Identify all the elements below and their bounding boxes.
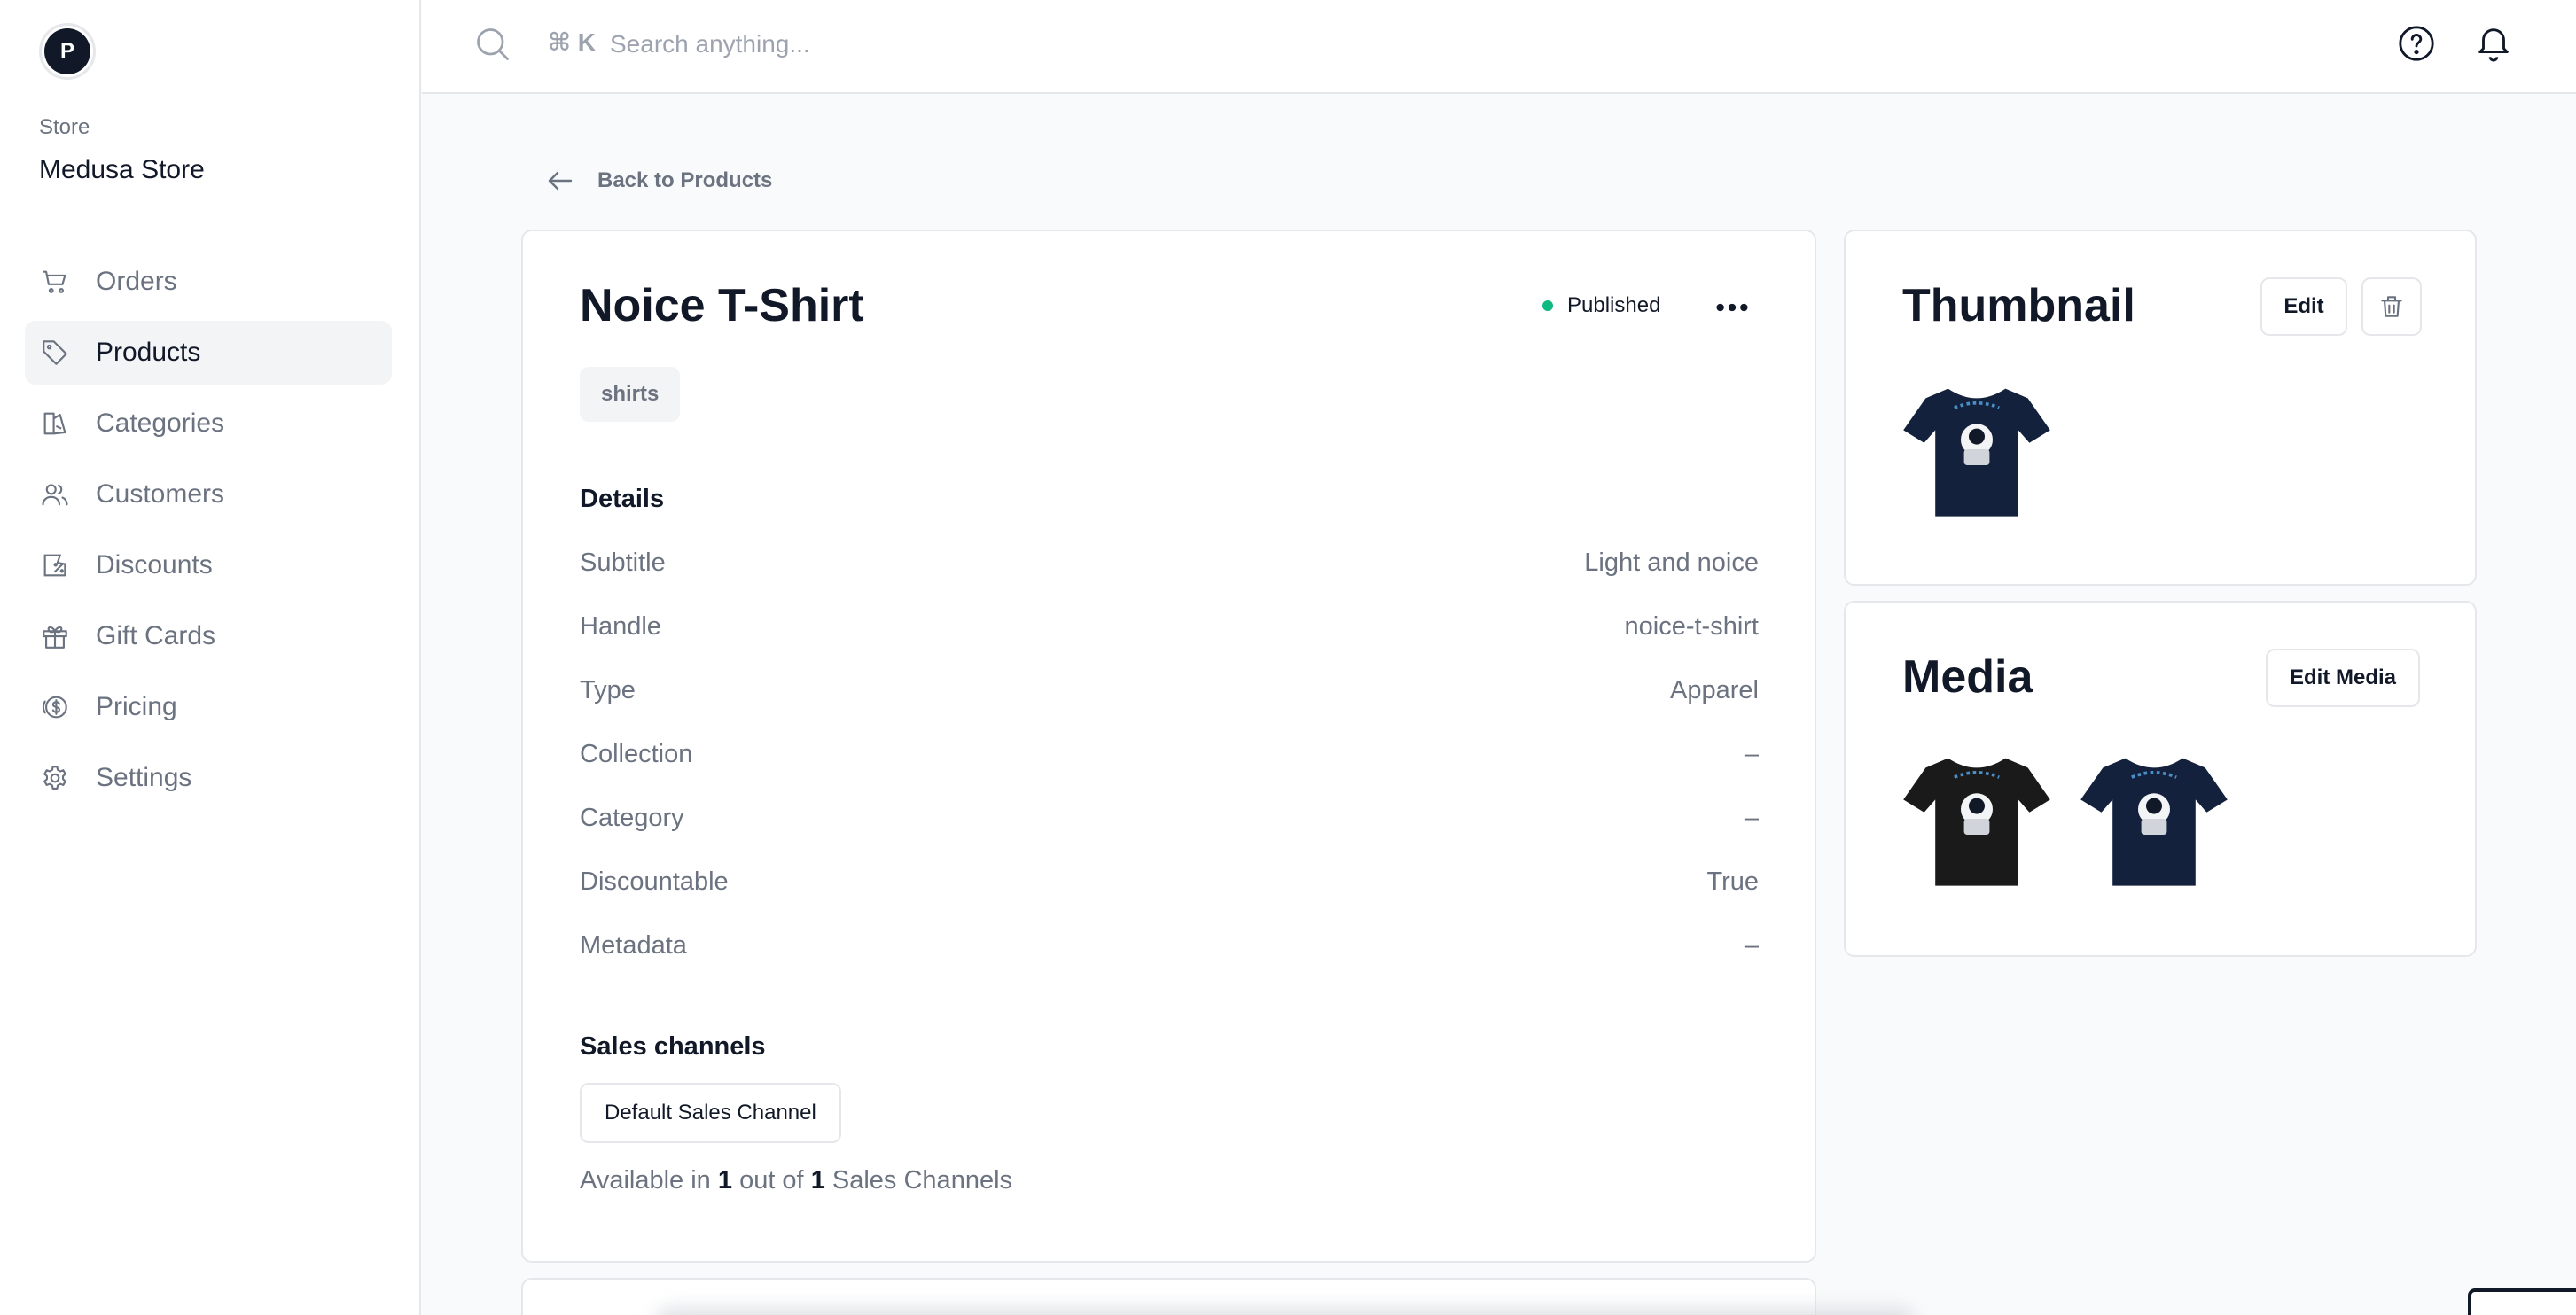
sidebar: P Store Medusa Store Orders Products Cat… [0, 0, 421, 1315]
more-options-button[interactable] [1711, 290, 1753, 325]
sidebar-item-label: Products [96, 338, 201, 367]
detail-label: Type [580, 675, 636, 704]
detail-value: Apparel [1670, 675, 1759, 704]
sidebar-nav: Orders Products Categories Customers Dis… [25, 250, 392, 817]
detail-value: Light and noice [1584, 548, 1759, 577]
tag-icon [39, 337, 71, 369]
product-title: Noice T-Shirt [580, 280, 864, 331]
sidebar-item-settings[interactable]: Settings [25, 746, 392, 810]
availability-total: 1 [810, 1166, 825, 1194]
details-list: Subtitle Light and noice Handle noice-t-… [580, 531, 1759, 977]
detail-value: True [1706, 867, 1759, 896]
media-heading: Media [1902, 651, 2033, 703]
gift-icon [39, 620, 71, 652]
help-icon[interactable] [2396, 23, 2437, 64]
edit-thumbnail-button[interactable]: Edit [2260, 277, 2347, 336]
sidebar-item-customers[interactable]: Customers [25, 463, 392, 526]
top-header: ⌘ K [422, 0, 2576, 94]
back-link-label: Back to Products [597, 168, 773, 192]
detail-label: Category [580, 803, 684, 832]
bottom-shadow [656, 1308, 1915, 1315]
product-general-card: Noice T-Shirt Published shirts Details S… [521, 230, 1816, 1263]
sidebar-item-products[interactable]: Products [25, 321, 392, 385]
bell-icon[interactable] [2473, 23, 2514, 64]
detail-label: Collection [580, 739, 693, 768]
sidebar-item-pricing[interactable]: Pricing [25, 675, 392, 739]
delete-thumbnail-button[interactable] [2361, 277, 2422, 336]
sales-channel-chip: Default Sales Channel [580, 1083, 841, 1143]
sidebar-item-label: Gift Cards [96, 621, 216, 650]
app-root: P Store Medusa Store Orders Products Cat… [0, 0, 2576, 1315]
dollar-icon [39, 691, 71, 723]
detail-value: – [1744, 930, 1759, 960]
sidebar-item-orders[interactable]: Orders [25, 250, 392, 314]
media-card: Media Edit Media [1844, 601, 2477, 957]
gear-icon [39, 762, 71, 794]
store-label: Store [39, 115, 90, 139]
back-to-products-link[interactable]: Back to Products [544, 165, 772, 197]
media-image-navy-shirt[interactable] [2074, 739, 2234, 899]
status-dot [1542, 300, 1553, 311]
thumbnail-image[interactable] [1897, 370, 2057, 529]
sidebar-item-label: Customers [96, 479, 225, 509]
details-heading: Details [580, 485, 665, 513]
detail-row-metadata: Metadata – [580, 914, 1759, 977]
sidebar-item-discounts[interactable]: Discounts [25, 533, 392, 597]
detail-label: Metadata [580, 930, 687, 960]
discount-icon [39, 549, 71, 581]
trash-icon [2381, 296, 2402, 317]
detail-row-subtitle: Subtitle Light and noice [580, 531, 1759, 595]
detail-row-category: Category – [580, 786, 1759, 850]
detail-row-type: Type Apparel [580, 658, 1759, 722]
thumbnail-heading: Thumbnail [1902, 280, 2135, 331]
status-badge[interactable]: Published [1542, 293, 1660, 318]
detail-row-collection: Collection – [580, 722, 1759, 786]
sidebar-item-label: Settings [96, 763, 192, 792]
users-icon [39, 479, 71, 510]
sales-channels-heading: Sales channels [580, 1032, 766, 1061]
search-input[interactable] [610, 21, 1230, 67]
edit-media-button[interactable]: Edit Media [2266, 649, 2420, 707]
detail-row-discountable: Discountable True [580, 850, 1759, 914]
search-shortcut: ⌘ K [548, 28, 596, 56]
search-icon[interactable] [473, 25, 512, 64]
arrow-left-icon [548, 171, 573, 191]
media-image-black-shirt[interactable] [1897, 739, 2057, 899]
detail-label: Subtitle [580, 548, 666, 577]
detail-value: – [1744, 803, 1759, 832]
ellipsis-icon [1716, 303, 1748, 312]
availability-middle: out of [739, 1166, 804, 1194]
status-label: Published [1567, 293, 1661, 317]
availability-suffix: Sales Channels [831, 1166, 1013, 1194]
avatar-letter: P [44, 28, 90, 74]
floating-preview-window[interactable] [2468, 1288, 2576, 1315]
sidebar-item-label: Pricing [96, 692, 177, 721]
sidebar-item-label: Discounts [96, 550, 213, 580]
sidebar-item-label: Orders [96, 267, 177, 296]
availability-prefix: Available in [580, 1166, 711, 1194]
availability-text: Available in 1 out of 1 Sales Channels [580, 1166, 1012, 1195]
sidebar-item-label: Categories [96, 409, 225, 438]
sidebar-item-gift-cards[interactable]: Gift Cards [25, 604, 392, 668]
sidebar-item-categories[interactable]: Categories [25, 392, 392, 455]
store-avatar[interactable]: P [39, 23, 96, 80]
categories-icon [39, 408, 71, 440]
detail-row-handle: Handle noice-t-shirt [580, 595, 1759, 658]
store-name: Medusa Store [39, 155, 205, 184]
detail-value: – [1744, 739, 1759, 768]
product-tag: shirts [580, 367, 681, 422]
detail-value: noice-t-shirt [1624, 611, 1760, 641]
cart-icon [39, 266, 71, 298]
detail-label: Discountable [580, 867, 729, 896]
availability-count: 1 [717, 1166, 732, 1194]
detail-label: Handle [580, 611, 661, 641]
thumbnail-card: Thumbnail Edit [1844, 230, 2477, 586]
